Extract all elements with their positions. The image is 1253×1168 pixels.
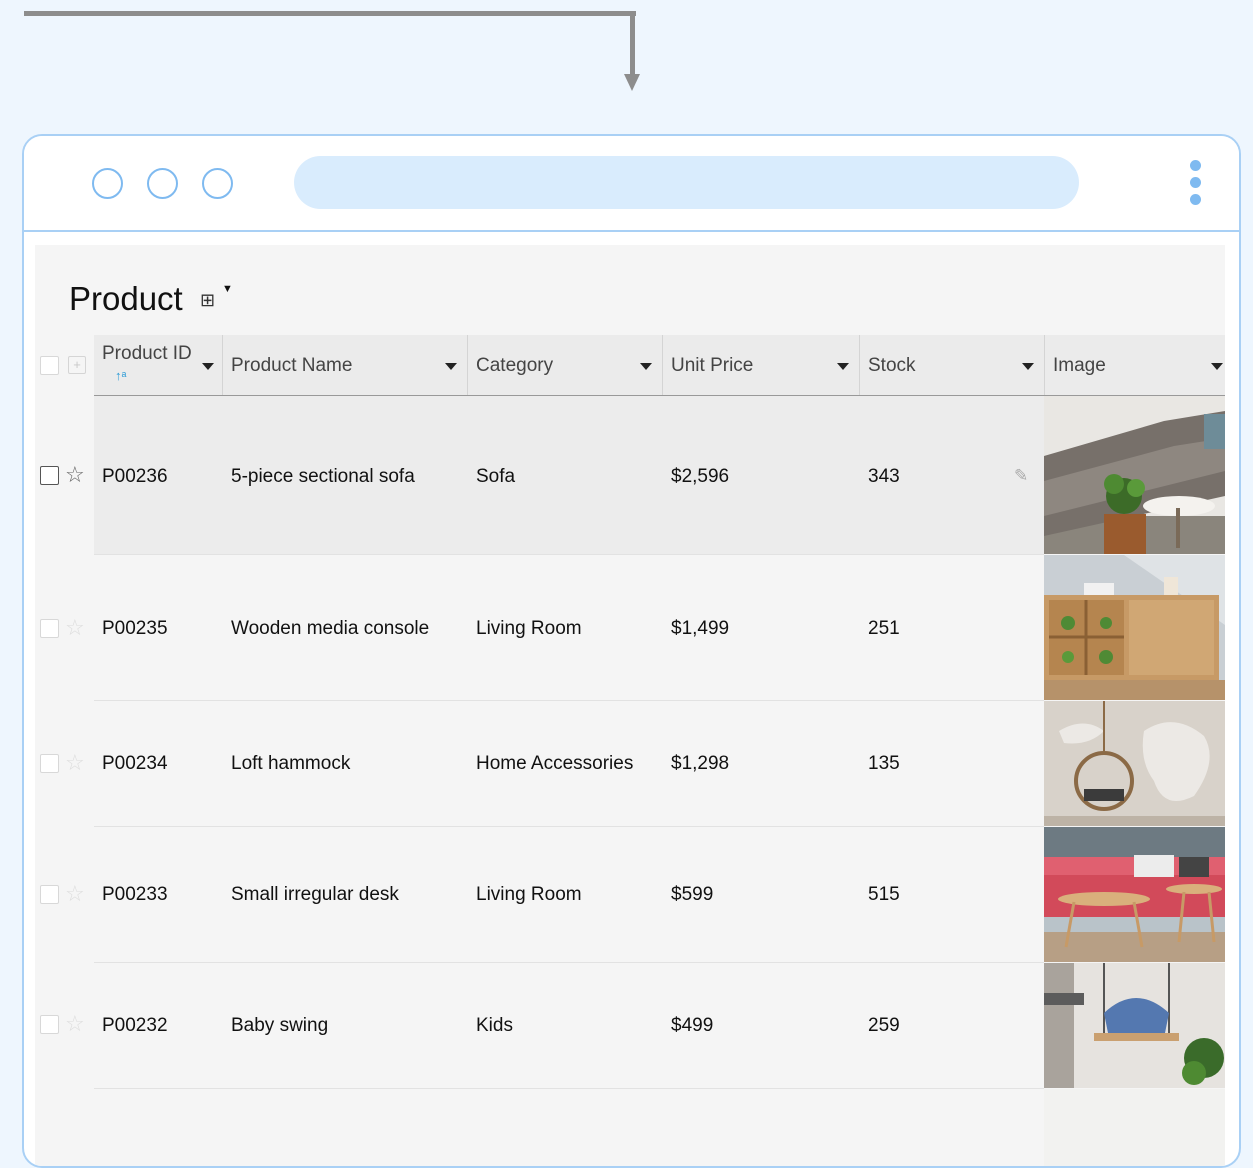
category[interactable]: Kids [476, 1015, 513, 1037]
address-bar[interactable] [294, 156, 1079, 209]
arrow-down-icon [624, 74, 640, 91]
stock[interactable]: 343 [868, 466, 900, 488]
row-checkbox[interactable] [40, 466, 59, 485]
category[interactable]: Sofa [476, 466, 515, 488]
star-icon[interactable]: ☆ [65, 883, 85, 905]
product-id: P00236 [102, 466, 168, 487]
unit-price[interactable]: $1,298 [671, 753, 729, 775]
column-header-stock[interactable]: Stock [860, 335, 1044, 395]
app-content: Product ⊞ ▼ + Product ID ↑ᵃ Product Name… [35, 245, 1225, 1166]
add-row-icon[interactable]: + [68, 356, 86, 374]
product-image[interactable] [1044, 701, 1225, 826]
table-view-icon[interactable]: ⊞ [200, 290, 215, 311]
star-icon[interactable]: ☆ [65, 752, 85, 774]
sort-ascending-icon[interactable]: ↑ᵃ [115, 368, 126, 383]
column-header-product-id[interactable]: Product ID ↑ᵃ [94, 335, 222, 395]
view-dropdown-caret-icon[interactable]: ▼ [222, 283, 233, 295]
product-id: P00234 [102, 753, 168, 774]
stock[interactable]: 259 [868, 1015, 900, 1037]
unit-price[interactable]: $499 [671, 1015, 713, 1037]
category[interactable]: Home Accessories [476, 753, 633, 775]
connector-line [24, 11, 636, 16]
product-image[interactable] [1044, 396, 1225, 554]
product-image[interactable] [1044, 555, 1225, 700]
stock[interactable]: 251 [868, 618, 900, 640]
table-row[interactable]: P00235 Wooden media console Living Room … [94, 555, 1044, 701]
table-row[interactable]: P00234 Loft hammock Home Accessories $1,… [94, 701, 1044, 827]
column-header-product-name[interactable]: Product Name [223, 335, 467, 395]
connector-line-vertical [630, 11, 635, 76]
stock[interactable]: 515 [868, 884, 900, 906]
product-id: P00233 [102, 884, 168, 905]
window-control-close[interactable] [92, 168, 123, 199]
select-all-checkbox[interactable] [40, 356, 59, 375]
unit-price[interactable]: $1,499 [671, 618, 729, 640]
product-name[interactable]: Wooden media console [231, 618, 429, 640]
product-id: P00235 [102, 618, 168, 639]
more-menu-icon[interactable] [1190, 160, 1201, 171]
column-header-image[interactable]: Image [1045, 335, 1225, 395]
product-image[interactable] [1044, 1089, 1225, 1166]
column-header-unit-price[interactable]: Unit Price [663, 335, 859, 395]
product-image[interactable] [1044, 827, 1225, 962]
window-control-maximize[interactable] [202, 168, 233, 199]
table-row[interactable]: P00233 Small irregular desk Living Room … [94, 827, 1044, 963]
chevron-down-icon[interactable] [1211, 363, 1223, 370]
star-icon[interactable]: ☆ [65, 617, 85, 639]
more-menu-dot [1190, 177, 1201, 188]
product-name[interactable]: 5-piece sectional sofa [231, 466, 415, 488]
column-label: Unit Price [671, 355, 754, 376]
column-label: Product ID [102, 343, 192, 364]
table-header: Product ID ↑ᵃ Product Name Category Unit… [94, 335, 1225, 397]
window-control-minimize[interactable] [147, 168, 178, 199]
product-name[interactable]: Baby swing [231, 1015, 328, 1037]
star-icon[interactable]: ☆ [65, 464, 85, 486]
table-row[interactable]: P00232 Baby swing Kids $499 259 [94, 963, 1044, 1089]
chevron-down-icon[interactable] [837, 363, 849, 370]
product-name[interactable]: Small irregular desk [231, 884, 399, 906]
row-checkbox[interactable] [40, 754, 59, 773]
table-row[interactable]: P00236 5-piece sectional sofa Sofa $2,59… [94, 396, 1044, 555]
chevron-down-icon[interactable] [640, 363, 652, 370]
more-menu-dot [1190, 194, 1201, 205]
column-label: Stock [868, 355, 916, 376]
browser-toolbar [24, 136, 1239, 232]
product-id: P00232 [102, 1015, 168, 1036]
stock[interactable]: 135 [868, 753, 900, 775]
row-checkbox[interactable] [40, 885, 59, 904]
star-icon[interactable]: ☆ [65, 1013, 85, 1035]
column-header-category[interactable]: Category [468, 335, 662, 395]
unit-price[interactable]: $2,596 [671, 466, 729, 488]
column-label: Image [1053, 355, 1106, 376]
chevron-down-icon[interactable] [445, 363, 457, 370]
chevron-down-icon[interactable] [1022, 363, 1034, 370]
product-image[interactable] [1044, 963, 1225, 1088]
column-label: Product Name [231, 355, 353, 376]
product-name[interactable]: Loft hammock [231, 753, 350, 775]
page-title: Product [69, 280, 183, 317]
row-checkbox[interactable] [40, 1015, 59, 1034]
unit-price[interactable]: $599 [671, 884, 713, 906]
browser-window: Product ⊞ ▼ + Product ID ↑ᵃ Product Name… [22, 134, 1241, 1168]
column-label: Category [476, 355, 554, 376]
row-checkbox[interactable] [40, 619, 59, 638]
chevron-down-icon[interactable] [202, 363, 214, 370]
category[interactable]: Living Room [476, 884, 582, 906]
pencil-icon[interactable]: ✎ [1014, 466, 1028, 486]
category[interactable]: Living Room [476, 618, 582, 640]
